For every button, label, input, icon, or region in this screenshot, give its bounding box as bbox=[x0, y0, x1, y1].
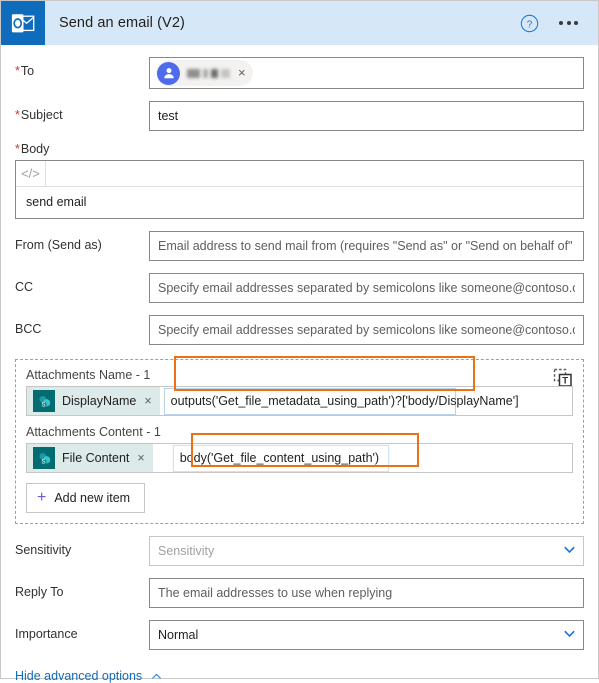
expression-text: outputs('Get_file_metadata_using_path')?… bbox=[163, 387, 519, 415]
subject-value: test bbox=[158, 109, 179, 123]
field-row-importance: Importance Normal bbox=[15, 620, 584, 650]
sensitivity-value: Sensitivity bbox=[158, 544, 215, 558]
importance-select[interactable]: Normal bbox=[149, 620, 584, 650]
from-input[interactable]: Email address to send mail from (require… bbox=[149, 231, 584, 261]
dynamic-token-displayname[interactable]: S DisplayName × bbox=[27, 387, 160, 415]
recipient-name-redacted bbox=[187, 68, 230, 78]
field-row-reply-to: Reply To The email addresses to use when… bbox=[15, 578, 584, 608]
chevron-down-icon[interactable] bbox=[562, 626, 577, 644]
remove-recipient-icon[interactable]: × bbox=[238, 66, 249, 81]
label-bcc: BCC bbox=[15, 322, 42, 336]
bcc-placeholder: Specify email addresses separated by sem… bbox=[158, 323, 575, 337]
body-value[interactable]: send email bbox=[16, 187, 583, 218]
person-icon bbox=[157, 61, 180, 85]
hide-advanced-options-link[interactable]: Hide advanced options bbox=[1, 650, 598, 683]
reply-to-input[interactable]: The email addresses to use when replying bbox=[149, 578, 584, 608]
importance-value: Normal bbox=[158, 628, 199, 642]
svg-text:T: T bbox=[562, 376, 568, 387]
sensitivity-select[interactable]: Sensitivity bbox=[149, 536, 584, 566]
sharepoint-icon: S bbox=[33, 390, 55, 412]
label-importance: Importance bbox=[15, 627, 78, 641]
cc-input[interactable]: Specify email addresses separated by sem… bbox=[149, 273, 584, 303]
token-label: File Content bbox=[62, 451, 130, 465]
recipient-chip[interactable]: × bbox=[156, 60, 253, 86]
bcc-input[interactable]: Specify email addresses separated by sem… bbox=[149, 315, 584, 345]
label-body: *Body bbox=[15, 142, 50, 156]
code-view-icon[interactable]: </> bbox=[16, 161, 46, 186]
label-sensitivity: Sensitivity bbox=[15, 543, 72, 557]
sharepoint-icon: S bbox=[33, 447, 55, 469]
subject-input[interactable]: test bbox=[149, 101, 584, 131]
required-asterisk: * bbox=[15, 64, 20, 78]
reply-to-placeholder: The email addresses to use when replying bbox=[158, 586, 393, 600]
cc-placeholder: Specify email addresses separated by sem… bbox=[158, 281, 575, 295]
add-new-item-label: Add new item bbox=[54, 491, 131, 505]
attachments-content-expression[interactable]: body('Get_file_content_using_path') bbox=[153, 444, 572, 472]
svg-text:?: ? bbox=[527, 19, 533, 30]
label-subject: *Subject bbox=[15, 108, 63, 122]
advanced-fields: Sensitivity Sensitivity Reply To The ema… bbox=[1, 536, 598, 650]
outlook-icon bbox=[1, 1, 45, 45]
field-row-bcc: BCC Specify email addresses separated by… bbox=[15, 315, 584, 345]
action-header: Send an email (V2) ? bbox=[1, 1, 598, 45]
attachments-name-input[interactable]: S DisplayName × outputs('Get_file_metada… bbox=[26, 386, 573, 416]
dynamic-token-filecontent[interactable]: S File Content × bbox=[27, 444, 153, 472]
field-row-cc: CC Specify email addresses separated by … bbox=[15, 273, 584, 303]
form-body: *To × *Subject test *Body </> send email… bbox=[1, 57, 598, 345]
attachments-name-label: Attachments Name - 1 bbox=[26, 368, 151, 382]
chevron-down-icon[interactable] bbox=[562, 542, 577, 560]
body-editor[interactable]: </> send email bbox=[15, 160, 584, 219]
body-editor-toolbar: </> bbox=[16, 161, 583, 187]
send-email-action-card: Send an email (V2) ? *To × *Subject test… bbox=[0, 0, 599, 683]
plus-icon: + bbox=[37, 489, 47, 506]
field-row-body: *Body </> send email bbox=[15, 142, 584, 219]
text-mode-icon[interactable]: T bbox=[553, 368, 573, 388]
attachments-content-label: Attachments Content - 1 bbox=[26, 425, 161, 439]
remove-token-icon[interactable]: × bbox=[144, 394, 151, 408]
page-title: Send an email (V2) bbox=[59, 15, 185, 31]
expression-text: body('Get_file_content_using_path') bbox=[172, 444, 389, 472]
label-cc: CC bbox=[15, 280, 34, 294]
token-label: DisplayName bbox=[62, 394, 137, 408]
field-row-subject: *Subject test bbox=[15, 101, 584, 131]
label-from: From (Send as) bbox=[15, 238, 102, 252]
required-asterisk: * bbox=[15, 142, 20, 156]
help-circle-icon[interactable]: ? bbox=[520, 14, 539, 33]
field-row-to: *To × bbox=[15, 57, 584, 89]
label-reply-to: Reply To bbox=[15, 585, 64, 599]
attachment-item-name: Attachments Name - 1 S DisplayName × out… bbox=[26, 368, 573, 416]
svg-text:S: S bbox=[41, 401, 45, 408]
attachments-content-input[interactable]: S File Content × body('Get_file_content_… bbox=[26, 443, 573, 473]
to-input[interactable]: × bbox=[149, 57, 584, 89]
svg-text:S: S bbox=[41, 458, 45, 465]
field-row-from: From (Send as) Email address to send mai… bbox=[15, 231, 584, 261]
attachments-group: T Attachments Name - 1 S DisplayName × o… bbox=[15, 359, 584, 524]
field-row-sensitivity: Sensitivity Sensitivity bbox=[15, 536, 584, 566]
remove-token-icon[interactable]: × bbox=[137, 451, 144, 465]
chevron-up-icon bbox=[150, 670, 163, 683]
from-placeholder: Email address to send mail from (require… bbox=[158, 239, 575, 253]
label-to: *To bbox=[15, 64, 35, 78]
attachments-name-expression[interactable]: outputs('Get_file_metadata_using_path')?… bbox=[160, 387, 572, 415]
ellipsis-icon[interactable] bbox=[557, 15, 580, 31]
header-actions: ? bbox=[520, 14, 598, 33]
required-asterisk: * bbox=[15, 108, 20, 122]
add-new-item-button[interactable]: + Add new item bbox=[26, 483, 146, 513]
attachment-item-content: Attachments Content - 1 S File Content × bbox=[26, 425, 573, 473]
hide-advanced-options-label: Hide advanced options bbox=[15, 669, 143, 683]
